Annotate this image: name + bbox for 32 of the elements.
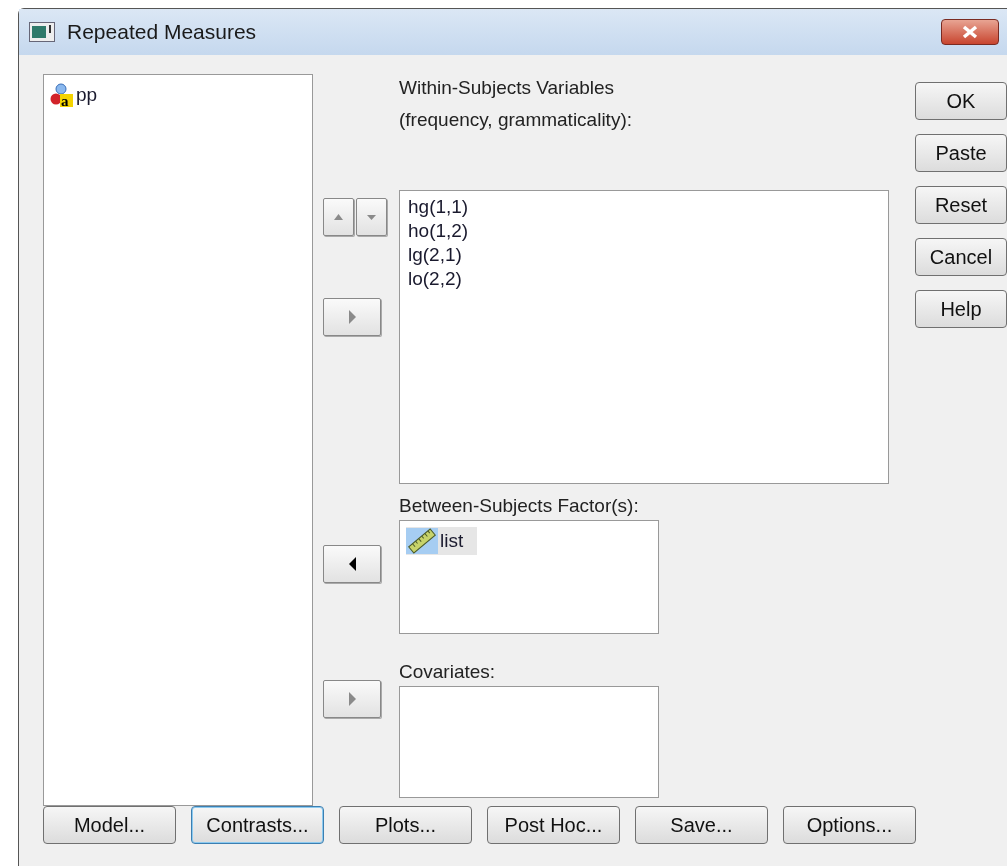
ruler-icon	[406, 528, 438, 554]
between-subjects-label: Between-Subjects Factor(s):	[399, 494, 640, 518]
within-variable-item[interactable]: lo(2,2)	[406, 267, 464, 291]
dialog-button[interactable]: Paste	[915, 134, 1007, 172]
close-button[interactable]	[941, 19, 999, 45]
variable-list[interactable]: a pp	[43, 74, 313, 806]
between-subjects-list[interactable]: list	[399, 520, 659, 634]
option-button[interactable]: Save...	[635, 806, 768, 844]
dialog-button[interactable]: OK	[915, 82, 1007, 120]
variable-item[interactable]: pp	[76, 84, 98, 106]
covariates-label: Covariates:	[399, 660, 497, 684]
option-button[interactable]: Options...	[783, 806, 916, 844]
factors-label: (frequency, grammaticality):	[399, 108, 633, 132]
right-arrow-icon	[346, 310, 358, 324]
within-variable-item[interactable]: hg(1,1)	[406, 195, 471, 219]
covariates-list[interactable]	[399, 686, 659, 798]
dialog-button[interactable]: Help	[915, 290, 1007, 328]
dialog-button[interactable]: Reset	[915, 186, 1007, 224]
option-button[interactable]: Model...	[43, 806, 176, 844]
move-left-button[interactable]	[323, 545, 381, 583]
within-subjects-label: Within-Subjects Variables	[399, 76, 616, 100]
dialog-button[interactable]: Cancel	[915, 238, 1007, 276]
close-icon	[961, 25, 979, 39]
within-variable-item[interactable]: lg(2,1)	[406, 243, 464, 267]
window-icon	[29, 22, 55, 42]
within-subjects-list[interactable]: hg(1,1) ho(1,2) lg(2,1) lo(2,2)	[399, 190, 889, 484]
right-arrow-icon	[346, 692, 358, 706]
option-button[interactable]: Post Hoc...	[487, 806, 620, 844]
within-variable-item[interactable]: ho(1,2)	[406, 219, 471, 243]
option-button[interactable]: Plots...	[339, 806, 472, 844]
option-button[interactable]: Contrasts...	[191, 806, 324, 844]
window-title: Repeated Measures	[67, 20, 258, 44]
